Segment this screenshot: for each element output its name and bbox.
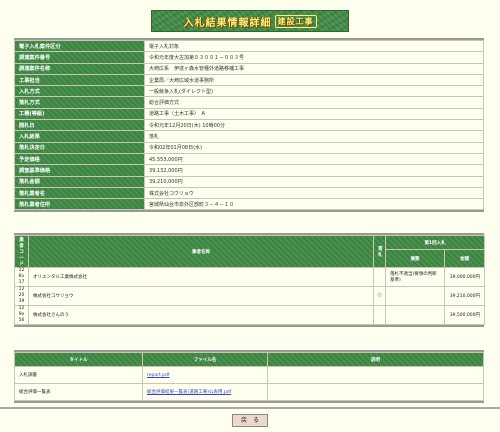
col-header-summary: 摘要 — [385, 249, 445, 268]
bidder-amount: 39,210,000円 — [443, 286, 486, 306]
info-value: 落札 — [144, 130, 484, 143]
bidder-name: オリエンタル工業株式会社 — [28, 267, 374, 287]
bidder-summary — [385, 286, 445, 306]
info-row: 工事担当 企業局／大崎広域水道事務所 — [14, 73, 484, 87]
bidder-mark — [373, 267, 386, 287]
bidder-summary — [385, 305, 445, 325]
doc-table-frame: タイトル ファイル名 説明 入札調書 report.pdf 総合評価一覧表 総合評価結… — [14, 350, 484, 403]
info-value: 39,210,000円 — [144, 175, 484, 188]
bidder-code: 12 9o 56 — [14, 305, 29, 325]
doc-table: タイトル ファイル名 説明 入札調書 report.pdf 総合評価一覧表 総合評価結… — [14, 352, 484, 401]
info-label: 落札金額 — [14, 175, 145, 188]
bidder-row: 12 20 39 株式会社コウリョウ ○ 39,210,000円 — [14, 286, 486, 306]
doc-title: 総合評価一覧表 — [14, 383, 143, 401]
bidder-row: 12 8v 17 オリエンタル工業株式会社 落札不適当(要領の判断基準) 39,000… — [14, 267, 486, 287]
info-label: 開札日 — [14, 119, 145, 132]
bidder-table: 業者コード 業者名称 落札 第1回入札 摘要 金額 12 8v 17 オリエンタル… — [14, 235, 486, 325]
info-label: 調達案件名称 — [14, 62, 145, 75]
doc-file-link[interactable]: report.pdf — [147, 373, 169, 378]
info-value: 大崎広系 伊達ヶ森水管種外道路移補工事 — [144, 62, 484, 75]
back-button[interactable]: 戻 る — [232, 414, 268, 427]
info-row: 入札方式 一般競争入札(ダイレクト型) — [14, 85, 484, 98]
info-row: 工種(等級) 道路工事（土木工事） A — [14, 107, 484, 121]
info-label: 落札業者住所 — [14, 198, 145, 211]
info-row: 電子入札案件区分 電子入札対象 — [14, 39, 484, 53]
info-row: 調達案件番号 令和元年度大古加第０３００１－００３号 — [14, 51, 484, 64]
info-table: 電子入札案件区分 電子入札対象 調達案件番号 令和元年度大古加第０３００１－００３号調… — [14, 39, 484, 211]
info-label: 入札結果 — [14, 130, 145, 143]
info-label: 落札業者名 — [14, 186, 145, 200]
info-value: 令和元年度大古加第０３００１－００３号 — [144, 51, 484, 64]
info-row: 落札方式 総合評価方式 — [14, 96, 484, 109]
bidder-mark: ○ — [373, 286, 386, 306]
info-row: 予定価格 45,553,000円 — [14, 152, 484, 166]
bidder-name: 株式会社さんのう — [28, 305, 374, 325]
info-row: 落札決定日 令和02年01月08日(水) — [14, 141, 484, 154]
info-table-frame: 電子入札案件区分 電子入札対象 調達案件番号 令和元年度大古加第０３００１－００３号調… — [14, 38, 484, 213]
page-title-tag: 建設工事 — [274, 14, 317, 28]
info-label: 落札方式 — [14, 96, 145, 109]
info-row: 開札日 令和元年12月20日(木) 10時00分 — [14, 119, 484, 132]
doc-row: 総合評価一覧表 総合評価結果一覧表(道路工事)公表用.pdf — [14, 383, 484, 401]
doc-note — [267, 383, 484, 401]
doc-file-cell: 総合評価結果一覧表(道路工事)公表用.pdf — [142, 383, 268, 401]
info-value: 総合評価方式 — [144, 96, 484, 109]
page-title: 入札結果情報詳細 建設工事 — [151, 10, 349, 32]
doc-file-cell: report.pdf — [142, 366, 268, 384]
doc-file-link[interactable]: 総合評価結果一覧表(道路工事)公表用.pdf — [147, 390, 231, 395]
bidder-code: 12 8v 17 — [14, 267, 29, 287]
info-value: 39,132,000円 — [144, 164, 484, 177]
info-value: 道路工事（土木工事） A — [144, 107, 484, 121]
info-value: 令和元年12月20日(木) 10時00分 — [144, 119, 484, 132]
bidder-code: 12 20 39 — [14, 286, 29, 306]
col-header-code: 業者コード — [14, 235, 29, 268]
info-value: 宮城県仙台市泉外区部町３－４－１０ — [144, 198, 484, 211]
page-title-text: 入札結果情報詳細 — [183, 17, 272, 29]
info-label: 調査基準価格 — [14, 164, 145, 177]
info-value: 45,553,000円 — [144, 152, 484, 166]
info-label: 落札決定日 — [14, 141, 145, 154]
info-row: 入札結果 落札 — [14, 130, 484, 143]
info-label: 調達案件番号 — [14, 51, 145, 64]
doc-title: 入札調書 — [14, 366, 143, 384]
info-value: 企業局／大崎広域水道事務所 — [144, 73, 484, 87]
info-row: 調達案件名称 大崎広系 伊達ヶ森水管種外道路移補工事 — [14, 62, 484, 75]
info-label: 工種(等級) — [14, 107, 145, 121]
bidder-amount: 39,500,000円 — [443, 305, 486, 325]
col-header-result: 落札 — [373, 235, 386, 268]
bidder-amount: 39,000,000円 — [443, 267, 486, 287]
bidder-summary: 落札不適当(要領の判断基準) — [385, 267, 445, 287]
info-value: 株式会社コウリョウ — [144, 186, 484, 200]
info-value: 一般競争入札(ダイレクト型) — [144, 85, 484, 98]
doc-row: 入札調書 report.pdf — [14, 366, 484, 384]
info-row: 落札業者名 株式会社コウリョウ — [14, 186, 484, 200]
info-row: 調査基準価格 39,132,000円 — [14, 164, 484, 177]
info-row: 落札業者住所 宮城県仙台市泉外区部町３－４－１０ — [14, 198, 484, 211]
col-header-amount: 金額 — [443, 249, 486, 268]
info-label: 電子入札案件区分 — [14, 39, 145, 53]
bidder-mark — [373, 305, 386, 325]
bidder-row: 12 9o 56 株式会社さんのう 39,500,000円 — [14, 305, 486, 325]
bidder-table-frame: 業者コード 業者名称 落札 第1回入札 摘要 金額 12 8v 17 オリエンタル… — [14, 233, 486, 327]
col-header-title: タイトル — [14, 352, 143, 367]
col-header-name: 業者名称 — [28, 235, 374, 268]
col-header-round1: 第1回入札 — [384, 235, 486, 250]
info-row: 落札金額 39,210,000円 — [14, 175, 484, 188]
doc-note — [267, 366, 484, 384]
info-label: 予定価格 — [14, 152, 145, 166]
col-header-note: 説明 — [267, 352, 484, 367]
info-label: 工事担当 — [14, 73, 145, 87]
bottom-divider — [0, 407, 500, 409]
info-value: 令和02年01月08日(水) — [144, 141, 484, 154]
col-header-file: ファイル名 — [142, 352, 268, 367]
bidder-name: 株式会社コウリョウ — [28, 286, 374, 306]
info-label: 入札方式 — [14, 85, 145, 98]
info-value: 電子入札対象 — [144, 39, 484, 53]
